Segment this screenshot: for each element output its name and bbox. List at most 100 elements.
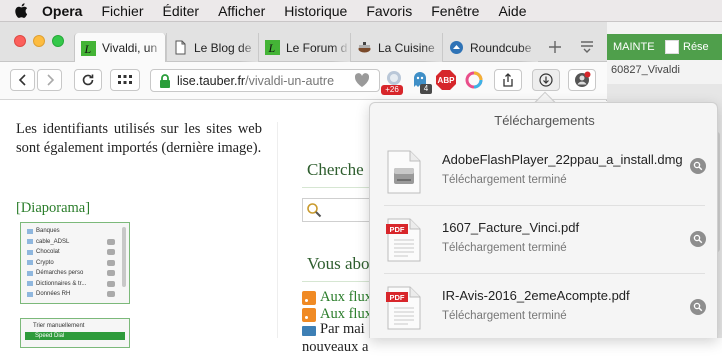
lock-icon — [160, 73, 170, 88]
article-paragraph: Les identifiants utilisés sur les sites … — [16, 121, 262, 156]
show-in-finder-button[interactable] — [690, 231, 706, 247]
reload-button[interactable] — [74, 69, 102, 91]
magnifier-icon — [693, 234, 703, 244]
reload-icon — [82, 74, 94, 86]
grid-icon — [118, 75, 132, 84]
download-status: Téléchargement terminé — [442, 310, 567, 322]
screenshot-thumbnail[interactable]: Trier manuellement Speed Dial — [20, 318, 130, 348]
tab-forum[interactable]: L Le Forum d — [258, 33, 350, 62]
share-icon — [503, 73, 513, 87]
minimize-window-button[interactable] — [33, 35, 45, 47]
background-url-fragment: 60827_Vivaldi — [611, 64, 680, 76]
back-button[interactable] — [10, 69, 35, 91]
tab-menu-icon[interactable] — [578, 37, 596, 55]
screenshot-thumbnail[interactable]: Banques cable_ADSL Chocolat Crypto Démar… — [20, 222, 130, 304]
download-status: Téléchargement terminé — [442, 174, 567, 186]
macos-menu-bar: Opera Fichier Éditer Afficher Historique… — [0, 0, 722, 22]
forward-button[interactable] — [37, 69, 62, 91]
magnifier-icon — [693, 302, 703, 312]
navigation-toolbar: lise.tauber.fr /vivaldi-un-autre +26 4 A… — [0, 62, 607, 100]
menu-fenetre[interactable]: Fenêtre — [431, 3, 479, 19]
tab-fade — [332, 33, 350, 62]
tab-blog[interactable]: Le Blog de — [166, 33, 258, 62]
menu-aide[interactable]: Aide — [498, 3, 526, 19]
account-icon — [575, 71, 591, 87]
rss-icon — [302, 291, 316, 305]
share-button[interactable] — [494, 69, 522, 91]
adblock-plus-button[interactable]: ABP — [436, 70, 456, 90]
new-tab-button[interactable] — [542, 35, 568, 59]
menu-fichier[interactable]: Fichier — [101, 3, 143, 19]
roundcube-favicon-icon — [450, 41, 463, 54]
download-item[interactable]: AdobeFlashPlayer_22ppau_a_install.dmg Té… — [370, 138, 719, 206]
document-favicon-icon — [175, 40, 186, 55]
menu-editer[interactable]: Éditer — [162, 3, 199, 19]
subscribe-heading: Vous abo — [307, 254, 370, 273]
folder-icon — [27, 249, 33, 255]
mail-subscribe-text-2: nouveaux a — [302, 339, 369, 355]
address-bar[interactable]: lise.tauber.fr /vivaldi-un-autre — [150, 69, 380, 92]
search-heading: Cherche — [307, 160, 364, 179]
background-tab-reseau[interactable]: Rése — [665, 40, 709, 54]
download-item[interactable]: PDF 1607_Facture_Vinci.pdf Téléchargemen… — [370, 206, 719, 274]
speed-dial-button[interactable] — [110, 69, 140, 91]
thumb-row: Dictionnaires & tr... — [21, 279, 129, 290]
search-icon — [307, 203, 322, 218]
account-button[interactable] — [568, 69, 596, 91]
thumb-row-label: Données RH — [36, 291, 71, 298]
close-window-button[interactable] — [14, 35, 26, 47]
thumb-header: Trier manuellement — [33, 323, 85, 329]
url-host: lise.tauber.fr — [177, 73, 246, 88]
folder-icon — [27, 270, 33, 276]
thumb-row: Banques — [21, 226, 129, 237]
download-icon — [539, 73, 553, 87]
chevron-right-icon — [46, 74, 54, 86]
badge-count: 4 — [420, 84, 432, 94]
apple-logo-icon[interactable] — [14, 3, 28, 19]
download-filename: AdobeFlashPlayer_22ppau_a_install.dmg — [442, 152, 683, 167]
rss-feed-link[interactable]: Aux flux — [320, 289, 372, 306]
menu-favoris[interactable]: Favoris — [366, 3, 412, 19]
menu-historique[interactable]: Historique — [284, 3, 347, 19]
menu-opera[interactable]: Opera — [42, 3, 82, 19]
thumb-count — [107, 280, 115, 287]
downloads-button[interactable] — [532, 69, 560, 91]
tab-roundcube[interactable]: Roundcube — [442, 33, 538, 62]
abp-label: ABP — [437, 75, 455, 85]
thumb-selected-item: Speed Dial — [25, 332, 125, 340]
svg-text:L: L — [84, 42, 92, 56]
mail-subscribe-text: Par mai — [320, 321, 365, 337]
thumb-row: Données RH — [21, 289, 129, 300]
show-in-finder-button[interactable] — [690, 299, 706, 315]
menu-afficher[interactable]: Afficher — [218, 3, 265, 19]
tab-fade — [424, 33, 442, 62]
folder-icon — [27, 291, 33, 297]
zoom-window-button[interactable] — [52, 35, 64, 47]
tab-bar: L Vivaldi, un Le Blog de L Le Forum d La… — [0, 22, 607, 63]
show-in-finder-button[interactable] — [690, 158, 706, 174]
download-item[interactable]: PDF IR-Avis-2016_2emeAcompte.pdf Télécha… — [370, 274, 719, 342]
thumb-count — [107, 238, 115, 245]
thumb-count — [107, 291, 115, 298]
background-tab-mainte[interactable]: MAINTE — [605, 41, 665, 53]
thumb-row: Crypto — [21, 258, 129, 269]
folder-icon — [27, 260, 33, 266]
tab-cuisine[interactable]: La Cuisine — [350, 33, 442, 62]
thumb-row: Chocolat — [21, 247, 129, 258]
thumb-row-label: cable_ADSL — [36, 238, 70, 245]
heart-icon[interactable] — [353, 71, 371, 89]
thumb-row-label: Banques — [36, 228, 60, 235]
color-ring-icon[interactable] — [464, 70, 484, 90]
thumb-count — [107, 259, 115, 266]
cooking-pot-favicon-icon — [358, 42, 371, 53]
svg-text:L: L — [268, 41, 276, 55]
diaporama-link[interactable]: [Diaporama] — [16, 200, 90, 217]
folder-icon — [27, 239, 33, 245]
pdf-file-icon: PDF — [386, 218, 421, 262]
tab-fade — [520, 33, 538, 62]
thumb-row-label: Chocolat — [36, 249, 60, 256]
thumb-row: cable_ADSL — [21, 237, 129, 248]
folder-icon — [27, 281, 33, 287]
tab-vivaldi[interactable]: L Vivaldi, un — [74, 33, 166, 63]
svg-text:PDF: PDF — [390, 225, 405, 234]
